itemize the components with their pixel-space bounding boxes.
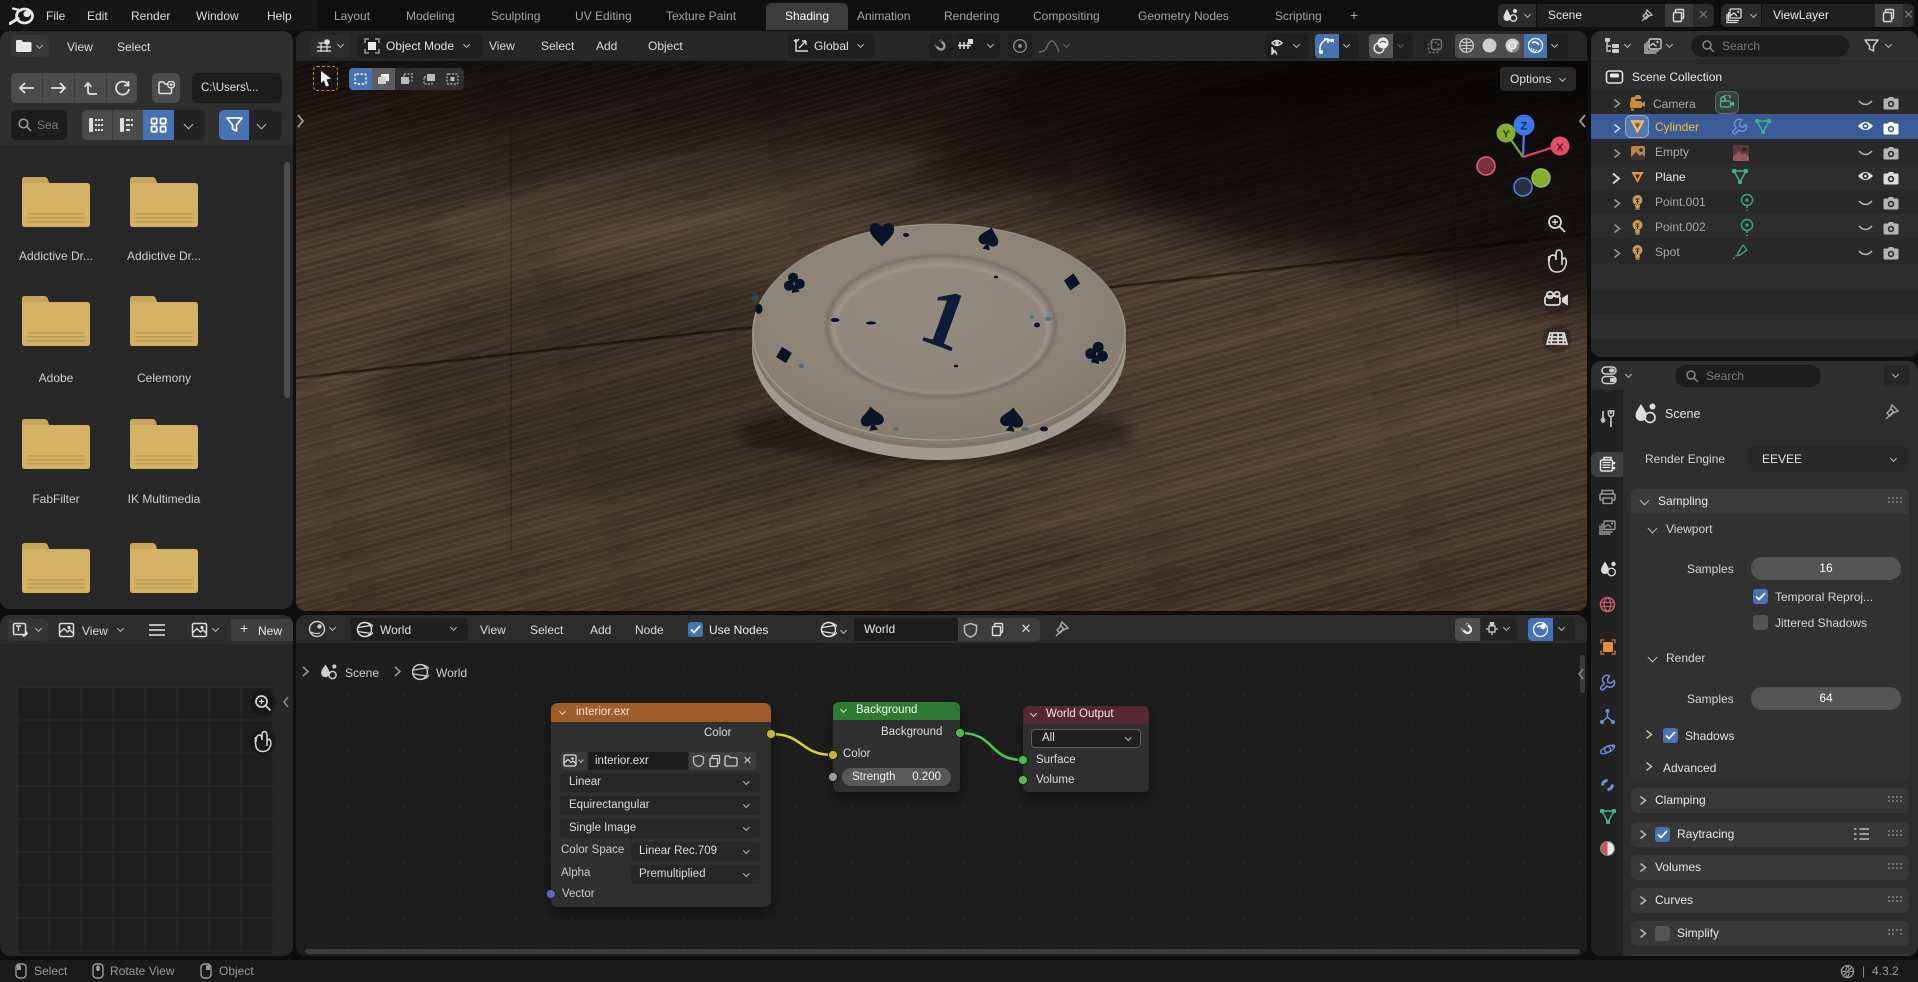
svg-text:Z: Z xyxy=(1521,121,1528,133)
svg-text:X: X xyxy=(1556,142,1563,154)
svg-text:Y: Y xyxy=(1502,129,1509,141)
